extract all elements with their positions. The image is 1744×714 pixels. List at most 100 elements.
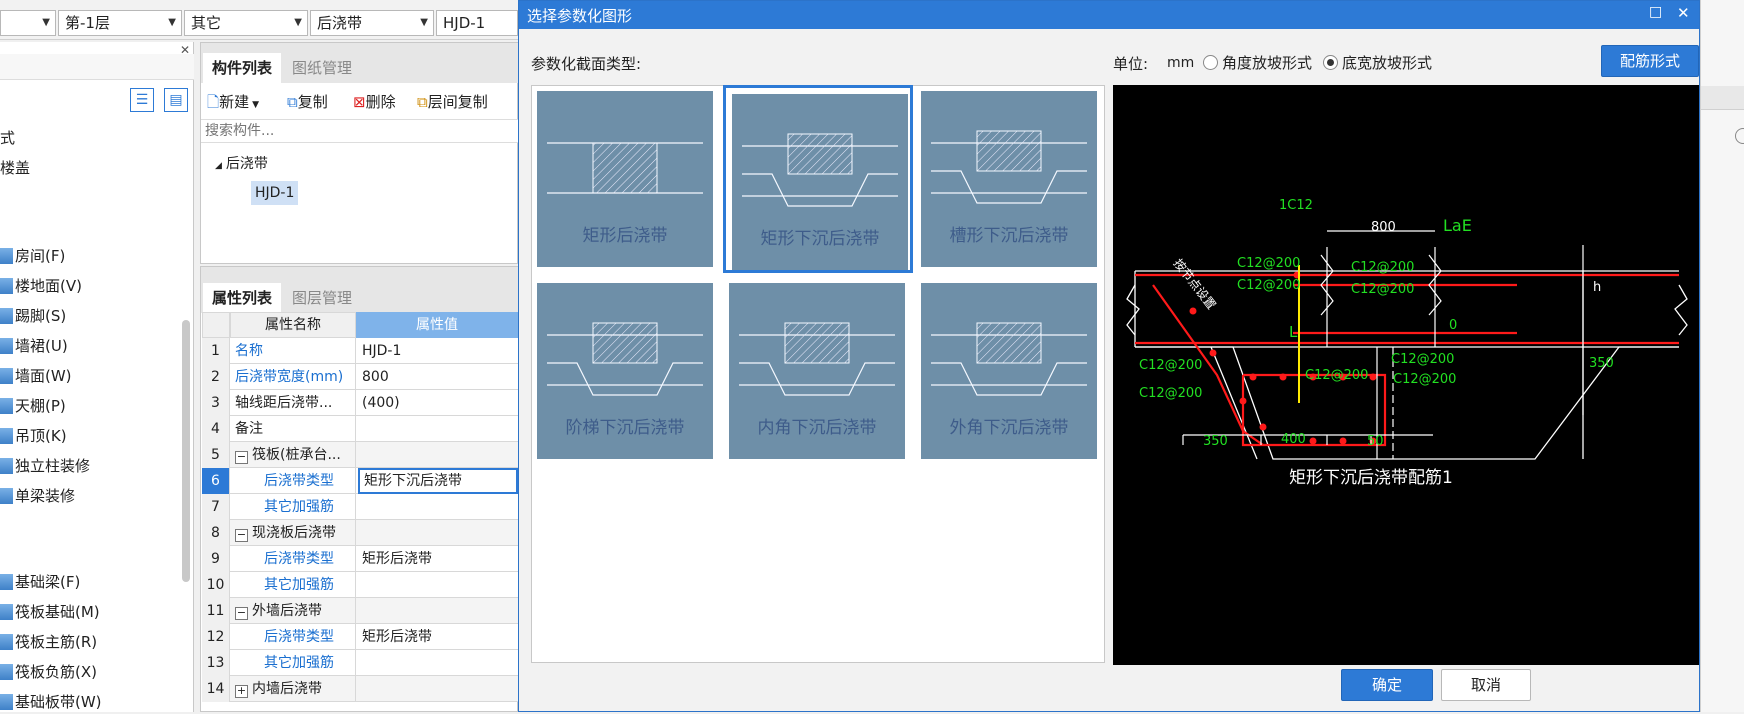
preview-caption: 矩形下沉后浇带配筋1 <box>1289 468 1453 488</box>
nav-item[interactable]: 基础梁(F) <box>0 570 80 594</box>
shape-option[interactable]: 矩形下沉后浇带 <box>723 85 913 273</box>
property-value[interactable] <box>358 572 518 598</box>
nav-item-partial[interactable]: 楼盖 <box>0 156 30 180</box>
nav-item[interactable]: 踢脚(S) <box>0 304 66 328</box>
floor-combo[interactable]: 第-1层 ▼ <box>58 10 182 36</box>
dialog-titlebar[interactable]: 选择参数化图形 □ ✕ <box>519 1 1699 29</box>
tab-drawing-management[interactable]: 图纸管理 <box>283 53 362 83</box>
property-value[interactable] <box>358 676 518 702</box>
cancel-button[interactable]: 取消 <box>1441 669 1531 701</box>
collapse-icon[interactable]: − <box>235 529 248 542</box>
property-row[interactable]: 9 后浇带类型 矩形后浇带 <box>202 546 518 572</box>
label-zero: 0 <box>1449 318 1457 333</box>
search-icon[interactable] <box>1735 128 1744 144</box>
property-row[interactable]: 5− 筏板(桩承台... <box>202 442 518 468</box>
property-value[interactable] <box>358 520 518 546</box>
collapse-icon[interactable]: − <box>235 451 248 464</box>
row-number: 12 <box>202 624 230 650</box>
property-row[interactable]: 6 后浇带类型 矩形下沉后浇带 <box>202 468 518 494</box>
radio-width-slope[interactable]: 底宽放坡形式 <box>1323 52 1432 73</box>
tab-property-list[interactable]: 属性列表 <box>203 283 282 313</box>
property-name-cell: 后浇带宽度(mm) <box>232 364 356 390</box>
chevron-down-icon: ▼ <box>420 17 428 28</box>
property-value[interactable]: (400) <box>358 390 518 416</box>
shape-option[interactable]: 阶梯下沉后浇带 <box>531 277 721 465</box>
select-parametric-shape-dialog: 选择参数化图形 □ ✕ 参数化截面类型: 单位: mm 角度放坡形式 底宽放坡形… <box>518 0 1700 712</box>
list-view-icon[interactable]: ☰ <box>130 88 154 112</box>
element-type-combo[interactable]: 后浇带 ▼ <box>310 10 434 36</box>
detail-view-icon[interactable]: ▤ <box>164 88 188 112</box>
close-icon[interactable]: ✕ <box>1677 4 1690 22</box>
tree-node-parent[interactable]: ◢ 后浇带 <box>215 153 268 173</box>
property-value[interactable]: 800 <box>358 364 518 390</box>
row-number: 10 <box>202 572 230 598</box>
radio-button-selected-icon <box>1323 55 1338 70</box>
shape-option[interactable]: 矩形后浇带 <box>531 85 721 273</box>
property-row[interactable]: 2 后浇带宽度(mm) 800 <box>202 364 518 390</box>
component-type-combo[interactable]: ▼ <box>0 10 56 36</box>
nav-item[interactable]: 筏板基础(M) <box>0 600 100 624</box>
element-name-combo[interactable]: HJD-1 <box>436 10 518 36</box>
nav-item[interactable]: 墙面(W) <box>0 364 72 388</box>
property-row[interactable]: 3 轴线距后浇带... (400) <box>202 390 518 416</box>
shape-label: 内角下沉后浇带 <box>757 418 877 438</box>
property-value[interactable] <box>358 494 518 520</box>
property-value[interactable] <box>358 598 518 624</box>
label-400: 400 <box>1281 432 1306 447</box>
tab-component-list[interactable]: 构件列表 <box>203 53 282 83</box>
nav-item[interactable]: 天棚(P) <box>0 394 66 418</box>
nav-item-partial[interactable]: 式 <box>0 126 15 150</box>
nav-item[interactable]: 房间(F) <box>0 244 65 268</box>
property-name: 名称 <box>235 343 263 359</box>
expand-icon[interactable]: + <box>235 685 248 698</box>
tab-layer-management[interactable]: 图层管理 <box>283 283 362 313</box>
unit-value: mm <box>1167 55 1195 71</box>
property-row[interactable]: 1 名称 HJD-1 <box>202 338 518 364</box>
new-button[interactable]: 🗋新建 ▼ <box>207 91 259 117</box>
property-row[interactable]: 8− 现浇板后浇带 <box>202 520 518 546</box>
label-350-vert: 350 <box>1589 356 1614 371</box>
category-combo[interactable]: 其它 ▼ <box>184 10 308 36</box>
delete-button[interactable]: ⊠删除 <box>353 91 396 112</box>
property-row[interactable]: 13 其它加强筋 <box>202 650 518 676</box>
floor-copy-button[interactable]: ⧉层间复制 <box>417 91 488 112</box>
property-value[interactable]: 矩形后浇带 <box>358 624 518 650</box>
row-number: 5 <box>202 442 230 468</box>
nav-item[interactable]: 单梁装修 <box>0 484 75 508</box>
nav-item[interactable]: 吊顶(K) <box>0 424 67 448</box>
shape-option[interactable]: 槽形下沉后浇带 <box>915 85 1105 273</box>
radio-angle-slope[interactable]: 角度放坡形式 <box>1203 52 1312 73</box>
property-value[interactable] <box>358 442 518 468</box>
ok-button[interactable]: 确定 <box>1341 669 1433 701</box>
foundation-strip-icon <box>0 694 13 710</box>
copy-button[interactable]: ⧉复制 <box>287 91 328 112</box>
property-row[interactable]: 7 其它加强筋 <box>202 494 518 520</box>
rebar-form-button[interactable]: 配筋形式 <box>1601 45 1699 77</box>
wainscot-icon <box>0 338 13 354</box>
shape-option[interactable]: 外角下沉后浇带 <box>915 277 1105 465</box>
property-value[interactable] <box>358 416 518 442</box>
maximize-icon[interactable]: □ <box>1649 4 1662 20</box>
nav-item[interactable]: 独立柱装修 <box>0 454 90 478</box>
property-row[interactable]: 14 + 内墙后浇带 <box>202 676 518 702</box>
property-value[interactable]: 矩形后浇带 <box>358 546 518 572</box>
nav-item[interactable]: 墙裙(U) <box>0 334 68 358</box>
nav-scrollbar[interactable] <box>182 320 190 582</box>
property-value[interactable] <box>358 650 518 676</box>
tree-expand-icon[interactable]: ◢ <box>215 161 222 171</box>
shape-option[interactable]: 内角下沉后浇带 <box>723 277 913 465</box>
property-row[interactable]: 11− 外墙后浇带 <box>202 598 518 624</box>
nav-item[interactable]: 楼地面(V) <box>0 274 82 298</box>
search-component-input[interactable] <box>201 119 519 143</box>
nav-item[interactable]: 筏板主筋(R) <box>0 630 97 654</box>
tree-node-selected[interactable]: HJD-1 <box>251 181 299 205</box>
property-row[interactable]: 4 备注 <box>202 416 518 442</box>
property-row[interactable]: 12 后浇带类型 矩形后浇带 <box>202 624 518 650</box>
property-row[interactable]: 10 其它加强筋 <box>202 572 518 598</box>
property-value[interactable]: 矩形下沉后浇带 <box>358 468 518 494</box>
property-value[interactable]: HJD-1 <box>358 338 518 364</box>
nav-item[interactable]: 筏板负筋(X) <box>0 660 97 684</box>
nav-item[interactable]: 基础板带(W) <box>0 690 102 714</box>
collapse-icon[interactable]: − <box>235 607 248 620</box>
foundation-beam-icon <box>0 574 13 590</box>
